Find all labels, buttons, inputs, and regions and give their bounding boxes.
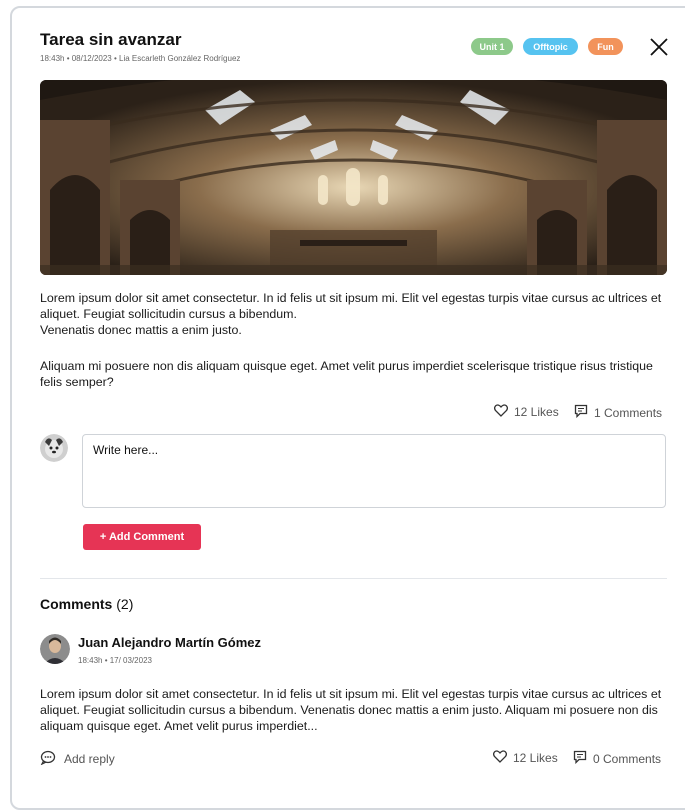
comment-likes[interactable]: 12 Likes [492,750,558,766]
post-likes[interactable]: 12 Likes [493,404,559,420]
heart-icon [492,750,513,766]
add-reply-label: Add reply [64,752,115,766]
post-comments-label: 1 Comments [594,405,663,420]
comment-meta: 18:43h • 17/ 03/2023 [78,656,152,665]
post-meta: 18:43h • 08/12/2023 • Lia Escarleth Gonz… [40,54,241,63]
add-comment-button[interactable]: + Add Comment [83,524,201,550]
comment-replies-label: 0 Comments [593,751,662,766]
comment-icon [573,750,593,767]
post-title: Tarea sin avanzar [40,30,182,49]
post-likes-label: 12 Likes [514,405,559,419]
post-body-line-2: Venenatis donec mattis a enim justo. [40,323,242,337]
close-icon[interactable] [648,36,670,58]
post-body-line-1: Lorem ipsum dolor sit amet consectetur. … [40,291,662,321]
comment-icon [574,404,594,421]
comment-likes-label: 12 Likes [513,751,558,765]
heart-icon [493,404,514,420]
reply-bubble-icon [40,750,64,768]
badge-offtopic[interactable]: Offtopic [523,38,578,55]
comment-replies-count[interactable]: 0 Comments [573,750,661,767]
comments-heading: Comments (2) [40,596,133,612]
badge-unit1[interactable]: Unit 1 [471,38,513,55]
post-body-paragraph-1: Lorem ipsum dolor sit amet consectetur. … [40,290,670,338]
post-body-paragraph-2: Aliquam mi posuere non dis aliquam quisq… [40,359,653,389]
comment-text: Lorem ipsum dolor sit amet consectetur. … [40,687,662,733]
comments-count: (2) [116,596,134,612]
add-reply-button[interactable]: Add reply [40,750,115,768]
comment-author-avatar [40,634,70,664]
comments-title: Comments [40,596,113,612]
comment-author-name[interactable]: Juan Alejandro Martín Gómez [78,635,261,650]
section-divider [40,578,667,579]
post-image [40,80,667,275]
post-comments-count[interactable]: 1 Comments [574,404,662,421]
comment-input[interactable] [82,434,666,508]
badge-fun[interactable]: Fun [588,38,623,55]
current-user-avatar [40,434,68,462]
